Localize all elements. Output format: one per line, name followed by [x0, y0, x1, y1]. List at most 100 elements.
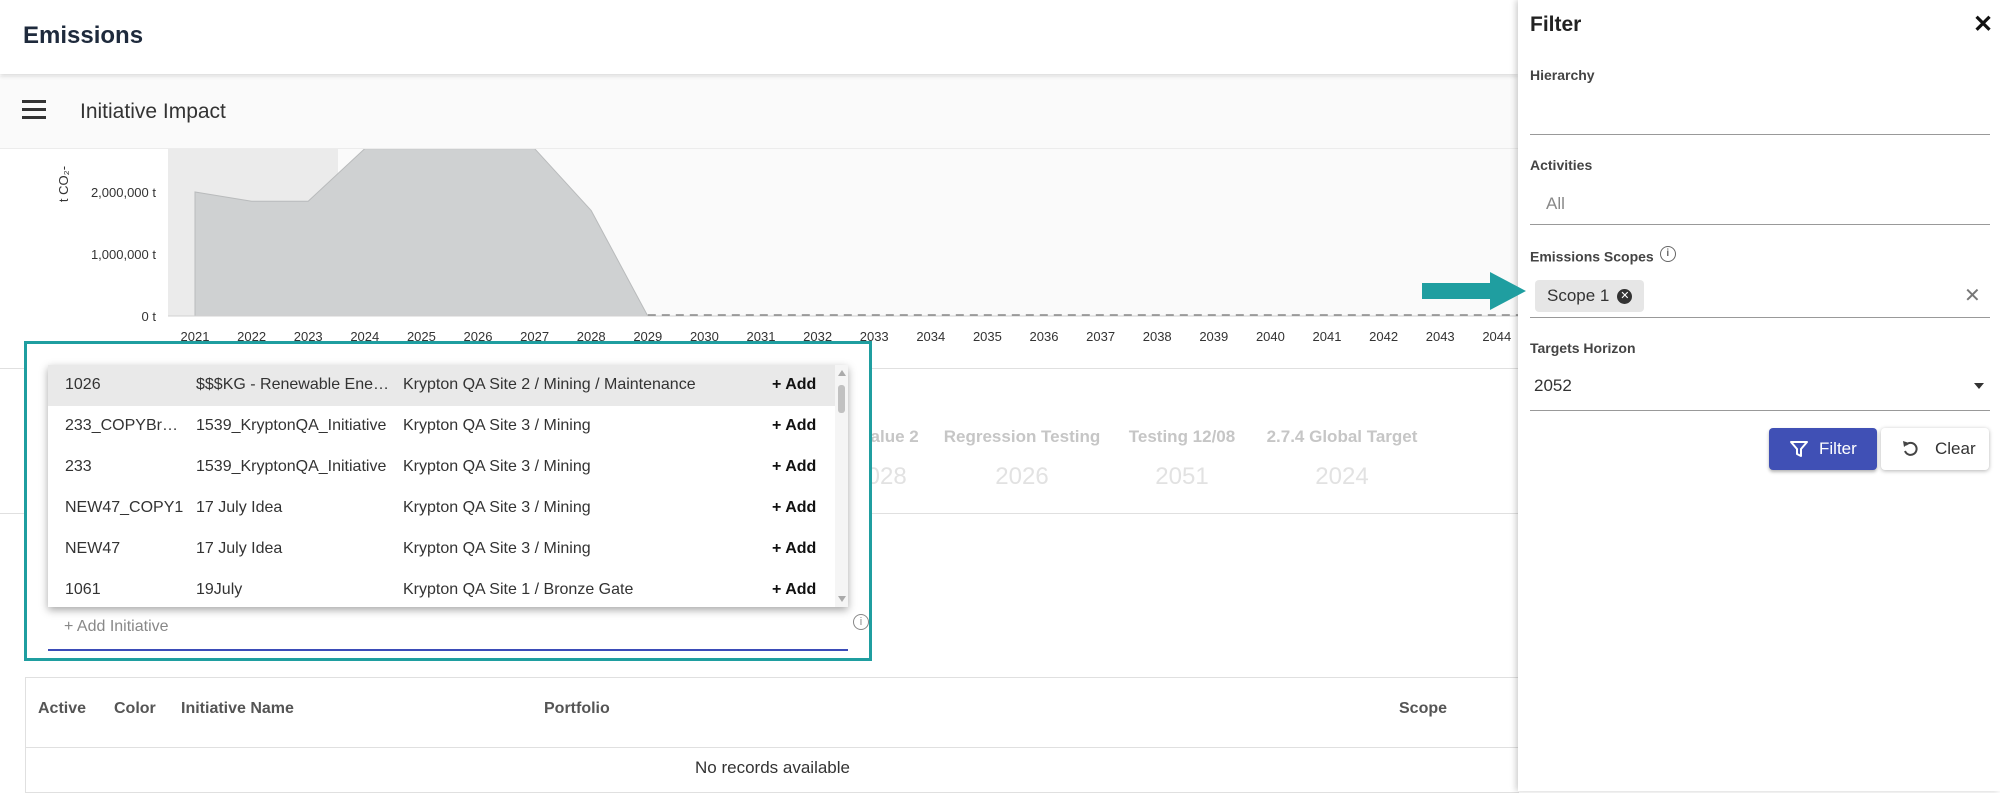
column-active[interactable]: Active: [38, 700, 86, 718]
initiatives-table: Active Color Initiative Name Portfolio S…: [25, 677, 1519, 793]
dropdown-row[interactable]: 1026 $$$KG - Renewable Energy Krypton QA…: [48, 365, 838, 406]
initiative-name: $$$KG - Renewable Energy: [196, 376, 391, 393]
y-tick-label: 1,000,000 t: [91, 247, 156, 262]
empty-message: No records available: [695, 758, 850, 777]
activities-label: Activities: [1530, 157, 1593, 173]
initiative-portfolio: Krypton QA Site 3 / Mining: [403, 499, 591, 516]
clear-scopes-icon[interactable]: ✕: [1964, 283, 1981, 308]
filter-button-label: Filter: [1819, 439, 1857, 458]
activities-value: All: [1546, 194, 1565, 213]
add-button[interactable]: + Add: [772, 540, 816, 558]
clear-button[interactable]: Clear: [1881, 428, 1989, 470]
initiative-portfolio: Krypton QA Site 2 / Mining / Maintenance: [403, 376, 696, 393]
add-initiative-placeholder: + Add Initiative: [64, 618, 169, 635]
scroll-up-icon[interactable]: [838, 370, 846, 376]
add-button[interactable]: + Add: [772, 458, 816, 476]
initiative-id: 233_COPYBrushed: [65, 417, 185, 434]
initiative-name: 19July: [196, 581, 243, 598]
x-tick-label: 2042: [1369, 329, 1398, 344]
initiative-portfolio: Krypton QA Site 3 / Mining: [403, 458, 591, 475]
target-card[interactable]: Testing 12/08 2051: [1122, 427, 1242, 491]
target-year: 2051: [1155, 463, 1209, 490]
x-tick-label: 2043: [1426, 329, 1455, 344]
x-tick-label: 2034: [916, 329, 945, 344]
target-name: Regression Testing: [943, 427, 1101, 446]
filter-button[interactable]: Filter: [1769, 428, 1877, 470]
x-tick-label: 2044: [1482, 329, 1511, 344]
initiative-name: 1539_KryptonQA_Initiative: [196, 458, 387, 475]
target-year: 2026: [995, 463, 1049, 490]
dropdown-row[interactable]: 233 1539_KryptonQA_Initiative Krypton QA…: [48, 447, 838, 488]
initiative-id: 233: [65, 458, 92, 475]
y-axis-label: t CO₂-: [56, 166, 71, 202]
column-scope[interactable]: Scope: [1399, 700, 1447, 718]
clear-button-label: Clear: [1935, 439, 1976, 458]
initiative-name: 17 July Idea: [196, 499, 283, 516]
scope-chip-label: Scope 1: [1547, 286, 1610, 305]
filter-title: Filter: [1530, 13, 1582, 36]
dropdown-row[interactable]: 1061 19July Krypton QA Site 1 / Bronze G…: [48, 570, 838, 607]
add-initiative-input[interactable]: + Add Initiative: [48, 614, 848, 651]
initiative-name: 17 July Idea: [196, 540, 283, 557]
app-header: Emissions: [0, 0, 1518, 74]
hierarchy-field[interactable]: [1530, 92, 1990, 135]
emissions-scopes-label: Emissions Scopes i: [1530, 246, 1676, 265]
targets-horizon-label: Targets Horizon: [1530, 340, 1636, 356]
scroll-down-icon[interactable]: [838, 596, 846, 602]
hierarchy-label: Hierarchy: [1530, 67, 1595, 83]
column-color[interactable]: Color: [114, 700, 156, 718]
scope-chip[interactable]: Scope 1 ✕: [1535, 280, 1645, 312]
table-header: Active Color Initiative Name Portfolio S…: [26, 678, 1519, 748]
hamburger-menu-icon[interactable]: [22, 100, 46, 122]
filter-icon: [1790, 441, 1808, 457]
initiative-portfolio: Krypton QA Site 3 / Mining: [403, 540, 591, 557]
x-tick-label: 2038: [1143, 329, 1172, 344]
app-title: Emissions: [23, 22, 144, 49]
caret-down-icon[interactable]: [1974, 383, 1984, 389]
initiative-id: NEW47_COPY1: [65, 499, 184, 516]
x-tick-label: 2037: [1086, 329, 1115, 344]
y-tick-label: 2,000,000 t: [91, 185, 156, 200]
target-card[interactable]: 2.7.4 Global Target 2024: [1262, 427, 1422, 491]
x-tick-label: 2040: [1256, 329, 1285, 344]
emissions-chart: 0 t 1,000,000 t 2,000,000 tt CO₂- 2021 2022 2…: [0, 148, 1518, 348]
chip-remove-icon[interactable]: ✕: [1617, 289, 1633, 305]
chart-svg: 0 t1,000,000 t2,000,000 tt CO₂-2021 2022 2…: [56, 148, 1518, 344]
activities-field[interactable]: All: [1530, 182, 1990, 225]
dropdown-scrollbar[interactable]: [835, 365, 848, 607]
page-toolbar: Initiative Impact: [0, 76, 1518, 149]
undo-icon: [1903, 441, 1918, 456]
emissions-scopes-text: Emissions Scopes: [1530, 248, 1654, 265]
initiative-portfolio: Krypton QA Site 1 / Bronze Gate: [403, 581, 634, 598]
targets-horizon-value: 2052: [1534, 376, 1572, 395]
column-portfolio[interactable]: Portfolio: [544, 700, 610, 718]
info-icon[interactable]: i: [1659, 246, 1676, 262]
target-card[interactable]: Regression Testing 2026: [942, 427, 1102, 491]
add-button[interactable]: + Add: [772, 499, 816, 517]
add-button[interactable]: + Add: [772, 376, 816, 394]
dropdown-row[interactable]: 233_COPYBrushed 1539_KryptonQA_Initiativ…: [48, 406, 838, 447]
dropdown-row[interactable]: NEW47 17 July Idea Krypton QA Site 3 / M…: [48, 529, 838, 570]
initiative-dropdown: 1026 $$$KG - Renewable Energy Krypton QA…: [48, 365, 848, 607]
page-title: Initiative Impact: [80, 100, 226, 123]
initiative-id: 1061: [65, 581, 101, 598]
initiative-id: NEW47: [65, 540, 121, 557]
initiative-name: 1539_KryptonQA_Initiative: [196, 417, 387, 434]
close-icon[interactable]: ✕: [1973, 10, 1993, 39]
initiative-id: 1026: [65, 376, 101, 393]
scroll-thumb[interactable]: [838, 385, 845, 413]
target-year: 2024: [1315, 463, 1369, 490]
y-tick-label: 0 t: [142, 309, 157, 324]
column-initiative-name[interactable]: Initiative Name: [181, 700, 294, 718]
dropdown-row[interactable]: NEW47_COPY1 17 July Idea Krypton QA Site…: [48, 488, 838, 529]
arrow-pointer-icon: [1422, 272, 1526, 310]
add-button[interactable]: + Add: [772, 417, 816, 435]
add-button[interactable]: + Add: [772, 581, 816, 599]
x-tick-label: 2041: [1313, 329, 1342, 344]
x-tick-label: 2036: [1030, 329, 1059, 344]
target-name: Testing 12/08: [1128, 427, 1236, 446]
targets-horizon-select[interactable]: [1530, 365, 1990, 411]
filter-panel: Filter ✕ Hierarchy Activities All Emissi…: [1518, 0, 2000, 791]
info-icon[interactable]: i: [853, 614, 869, 630]
initiative-portfolio: Krypton QA Site 3 / Mining: [403, 417, 591, 434]
